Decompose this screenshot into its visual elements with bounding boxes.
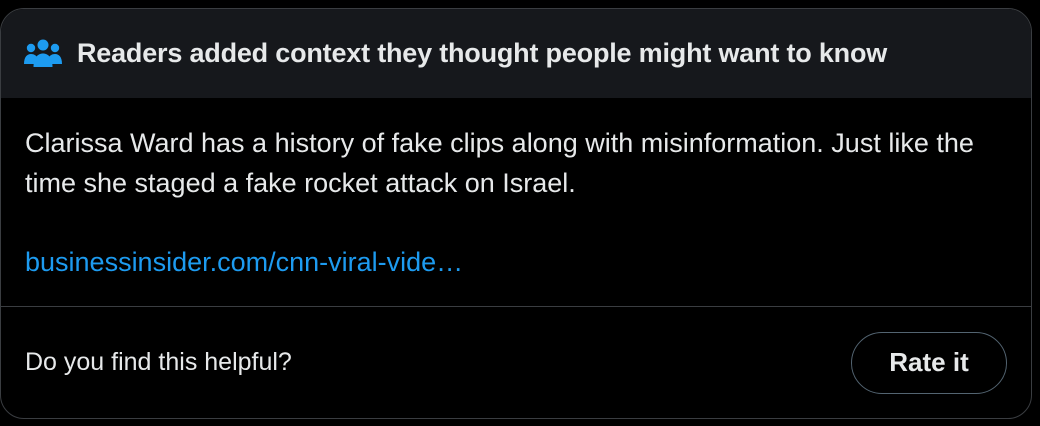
note-body: Clarissa Ward has a history of fake clip… [1,98,1031,307]
note-footer: Do you find this helpful? Rate it [1,307,1031,418]
source-link[interactable]: businessinsider.com/cnn-viral-vide… [25,242,463,282]
people-icon [23,36,65,72]
community-note-card: Readers added context they thought peopl… [0,8,1032,419]
note-text: Clarissa Ward has a history of fake clip… [25,128,974,198]
note-header: Readers added context they thought peopl… [1,9,1031,98]
note-header-title: Readers added context they thought peopl… [77,38,888,68]
rate-it-button[interactable]: Rate it [851,331,1007,394]
helpful-question: Do you find this helpful? [25,348,292,376]
